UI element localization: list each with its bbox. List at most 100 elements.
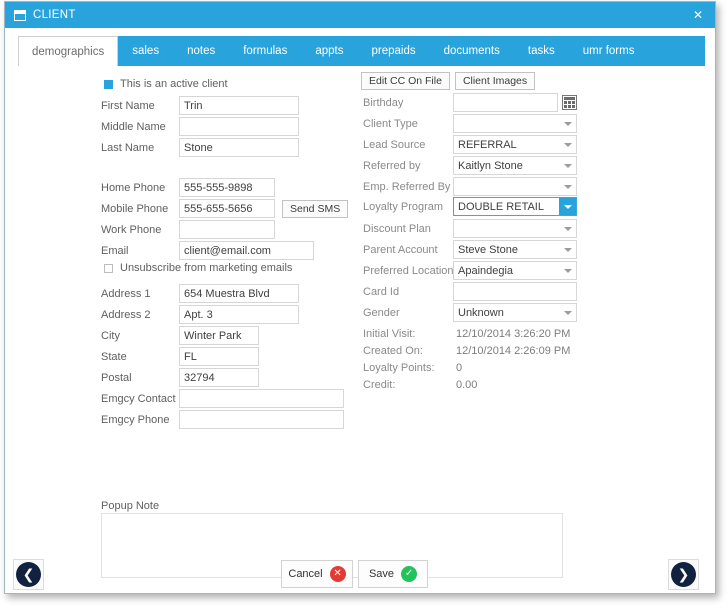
- card-id-row: Card Id: [363, 282, 577, 301]
- preferred-location-row: Preferred Location Apaindegia: [363, 261, 577, 280]
- tab-bar: demographics sales notes formulas appts …: [18, 36, 705, 66]
- lead-source-label: Lead Source: [363, 138, 426, 151]
- client-window: CLIENT ✕ demographics sales notes formul…: [4, 1, 716, 594]
- loyalty-points-value: 0: [456, 361, 463, 374]
- chevron-down-icon[interactable]: [560, 157, 576, 174]
- referred-by-value: Kaitlyn Stone: [458, 159, 523, 172]
- discount-plan-row: Discount Plan: [363, 219, 577, 238]
- credit-label: Credit:: [363, 378, 396, 391]
- emgcy-contact-row: Emgcy Contact: [101, 389, 361, 408]
- tab-demographics[interactable]: demographics: [18, 36, 119, 66]
- tab-formulas[interactable]: formulas: [229, 36, 301, 66]
- unsubscribe-label: Unsubscribe from marketing emails: [120, 262, 293, 274]
- parent-account-value: Steve Stone: [458, 243, 518, 256]
- chevron-down-icon[interactable]: [560, 178, 576, 195]
- work-phone-input[interactable]: [179, 220, 275, 239]
- chevron-down-icon[interactable]: [560, 304, 576, 321]
- postal-label: Postal: [101, 371, 132, 384]
- chevron-down-icon[interactable]: [560, 220, 576, 237]
- window-titlebar: CLIENT ✕: [5, 2, 715, 28]
- previous-client-button[interactable]: ❮: [13, 559, 44, 590]
- chevron-right-icon: ❯: [671, 562, 696, 587]
- save-button[interactable]: Save ✓: [358, 560, 428, 588]
- home-phone-input[interactable]: 555-555-9898: [179, 178, 275, 197]
- tab-umr-forms[interactable]: umr forms: [569, 36, 649, 66]
- close-icon[interactable]: ✕: [687, 5, 709, 25]
- city-input[interactable]: Winter Park: [179, 326, 259, 345]
- discount-plan-select[interactable]: [453, 219, 577, 238]
- parent-account-select[interactable]: Steve Stone: [453, 240, 577, 259]
- emgcy-phone-input[interactable]: [179, 410, 344, 429]
- check-icon: ✓: [401, 566, 418, 582]
- referred-by-select[interactable]: Kaitlyn Stone: [453, 156, 577, 175]
- gender-select[interactable]: Unknown: [453, 303, 577, 322]
- demographics-panel: This is an active client First Name Trin…: [5, 66, 715, 593]
- card-id-label: Card Id: [363, 285, 400, 298]
- initial-visit-label: Initial Visit:: [363, 327, 416, 340]
- chevron-down-icon[interactable]: [560, 262, 576, 279]
- card-id-input[interactable]: [453, 282, 577, 301]
- postal-input[interactable]: 32794: [179, 368, 259, 387]
- emp-referred-by-row: Emp. Referred By: [363, 177, 577, 196]
- address1-input[interactable]: 654 Muestra Blvd: [179, 284, 299, 303]
- birthday-row: Birthday: [363, 93, 577, 112]
- loyalty-program-row: Loyalty Program DOUBLE RETAIL: [363, 197, 577, 216]
- tab-documents[interactable]: documents: [430, 36, 514, 66]
- email-row: Email client@email.com: [101, 241, 351, 260]
- send-sms-button[interactable]: Send SMS: [282, 199, 349, 218]
- birthday-input[interactable]: [453, 93, 558, 112]
- lead-source-select[interactable]: REFERRAL: [453, 135, 577, 154]
- created-on-value: 12/10/2014 2:26:09 PM: [456, 344, 571, 357]
- tab-sales[interactable]: sales: [118, 36, 173, 66]
- middle-name-input[interactable]: [179, 117, 299, 136]
- preferred-location-label: Preferred Location: [363, 264, 454, 277]
- loyalty-program-label: Loyalty Program: [363, 200, 444, 213]
- client-type-select[interactable]: [453, 114, 577, 133]
- edit-cc-on-file-button[interactable]: Edit CC On File: [361, 71, 450, 90]
- lead-source-row: Lead Source REFERRAL: [363, 135, 577, 154]
- cancel-button[interactable]: Cancel ✕: [281, 560, 353, 588]
- chevron-down-icon[interactable]: [560, 136, 576, 153]
- cancel-button-label: Cancel: [288, 568, 323, 580]
- tab-prepaids[interactable]: prepaids: [357, 36, 429, 66]
- active-client-label: This is an active client: [120, 78, 228, 90]
- loyalty-points-label: Loyalty Points:: [363, 361, 435, 374]
- app-screen: CLIENT ✕ demographics sales notes formul…: [0, 0, 728, 609]
- referred-by-row: Referred by Kaitlyn Stone: [363, 156, 577, 175]
- mobile-phone-row: Mobile Phone 555-655-5656 Send SMS: [101, 199, 351, 218]
- preferred-location-select[interactable]: Apaindegia: [453, 261, 577, 280]
- calendar-icon[interactable]: [562, 95, 577, 110]
- active-client-checkbox-row[interactable]: This is an active client: [104, 78, 228, 90]
- preferred-location-value: Apaindegia: [458, 264, 514, 277]
- state-input[interactable]: FL: [179, 347, 259, 366]
- chevron-down-icon[interactable]: [560, 241, 576, 258]
- mobile-phone-input[interactable]: 555-655-5656: [179, 199, 275, 218]
- emp-referred-by-label: Emp. Referred By: [363, 180, 451, 193]
- unsubscribe-checkbox-row[interactable]: Unsubscribe from marketing emails: [104, 262, 292, 274]
- loyalty-program-select[interactable]: DOUBLE RETAIL: [453, 197, 577, 216]
- tab-notes[interactable]: notes: [173, 36, 229, 66]
- address2-input[interactable]: Apt. 3: [179, 305, 299, 324]
- emgcy-phone-label: Emgcy Phone: [101, 413, 170, 426]
- chevron-down-icon[interactable]: [560, 115, 576, 132]
- city-label: City: [101, 329, 120, 342]
- first-name-label: First Name: [101, 99, 155, 112]
- state-label: State: [101, 350, 127, 363]
- tab-appts[interactable]: appts: [301, 36, 357, 66]
- email-input[interactable]: client@email.com: [179, 241, 314, 260]
- home-phone-row: Home Phone 555-555-9898: [101, 178, 301, 197]
- next-client-button[interactable]: ❯: [668, 559, 699, 590]
- popup-note-label: Popup Note: [101, 500, 160, 512]
- address2-label: Address 2: [101, 308, 151, 321]
- city-row: City Winter Park: [101, 326, 351, 345]
- emgcy-contact-input[interactable]: [179, 389, 344, 408]
- active-client-checkbox[interactable]: [104, 79, 113, 89]
- client-images-button[interactable]: Client Images: [454, 71, 536, 90]
- chevron-down-icon[interactable]: [559, 198, 576, 215]
- chevron-left-icon: ❮: [16, 562, 41, 587]
- emp-referred-by-select[interactable]: [453, 177, 577, 196]
- first-name-input[interactable]: Trin: [179, 96, 299, 115]
- unsubscribe-checkbox[interactable]: [104, 263, 113, 273]
- tab-tasks[interactable]: tasks: [514, 36, 569, 66]
- last-name-input[interactable]: Stone: [179, 138, 299, 157]
